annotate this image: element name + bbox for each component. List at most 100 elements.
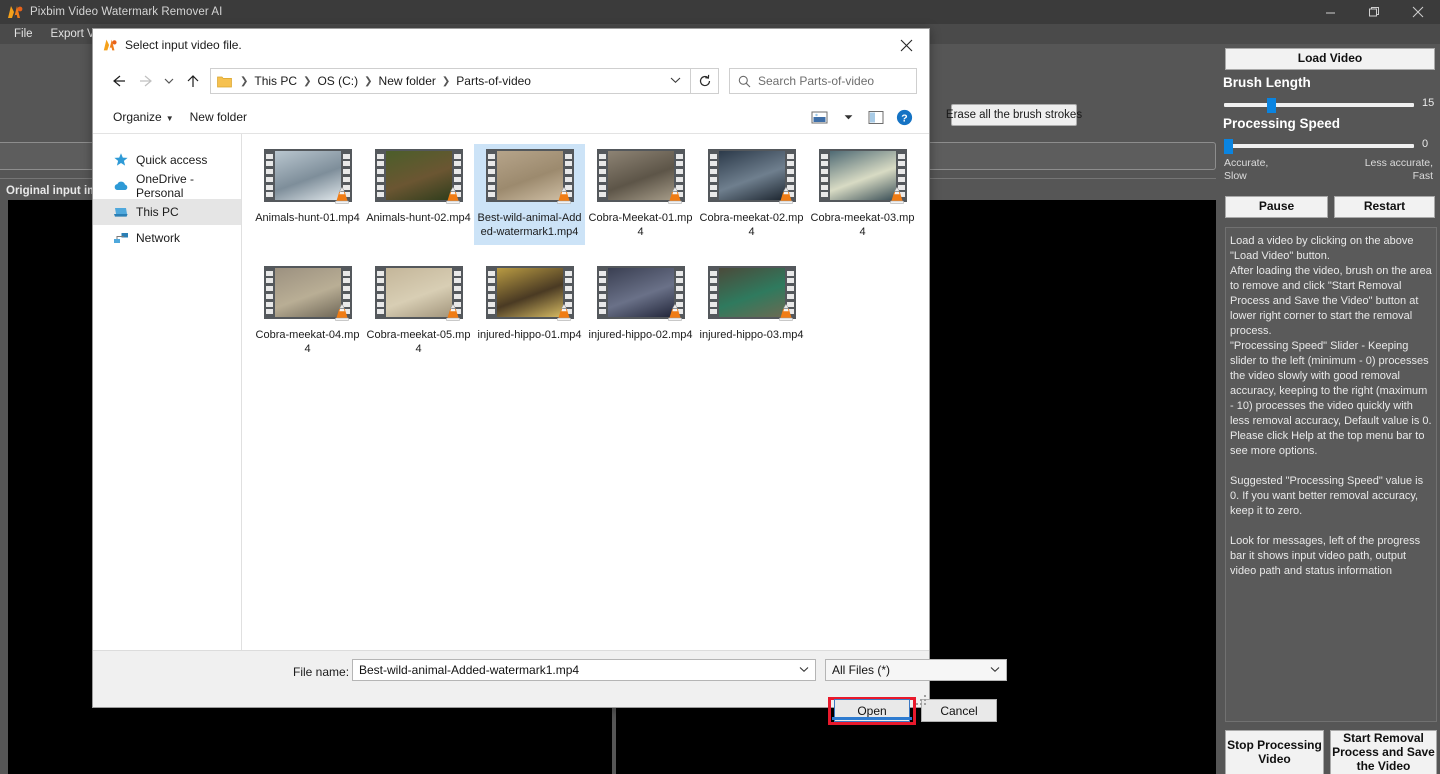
dialog-title-text: Select input video file.: [125, 38, 242, 52]
processing-speed-value: 0: [1422, 138, 1429, 150]
file-item[interactable]: Cobra-meekat-02.mp4: [696, 144, 807, 245]
film-perforations-left: [375, 149, 386, 202]
sidebar-item-network[interactable]: Network: [93, 225, 241, 251]
file-item[interactable]: Cobra-meekat-03.mp4: [807, 144, 918, 245]
close-icon[interactable]: [883, 29, 929, 61]
file-open-dialog: Select input video file. ❯ This PC ❯ OS …: [92, 28, 1007, 725]
file-thumbnail: [707, 266, 798, 324]
vlc-media-player-icon: [441, 300, 465, 324]
address-bar[interactable]: ❯ This PC ❯ OS (C:) ❯ New folder ❯ Parts…: [210, 68, 691, 94]
breadcrumb-sep: ❯: [240, 75, 249, 87]
arrow-left-icon[interactable]: [105, 67, 132, 95]
vlc-media-player-icon: [663, 183, 687, 207]
breadcrumb-sep: ❯: [303, 75, 312, 87]
caret-down-icon[interactable]: [835, 105, 861, 129]
vlc-media-player-icon: [330, 183, 354, 207]
brush-length-thumb[interactable]: [1267, 98, 1277, 113]
pause-button[interactable]: Pause: [1225, 196, 1328, 218]
chevron-down-icon[interactable]: [159, 67, 179, 95]
organize-label: Organize: [113, 110, 162, 124]
dialog-content: Quick access OneDrive - Personal This PC Ne…: [93, 134, 929, 652]
restart-button[interactable]: Restart: [1334, 196, 1435, 218]
file-item[interactable]: Cobra-meekat-04.mp4: [252, 261, 363, 362]
file-item[interactable]: injured-hippo-03.mp4: [696, 261, 807, 362]
sidebar-item-this-pc[interactable]: This PC: [93, 199, 241, 225]
organize-button[interactable]: Organize ▼: [105, 107, 182, 127]
dialog-navigation-bar: ❯ This PC ❯ OS (C:) ❯ New folder ❯ Parts…: [93, 61, 929, 101]
processing-speed-label: Processing Speed: [1223, 116, 1341, 131]
film-perforations-left: [264, 149, 275, 202]
vlc-media-player-icon: [774, 300, 798, 324]
breadcrumb-item-1[interactable]: OS (C:): [315, 74, 360, 88]
film-perforations-left: [819, 149, 830, 202]
vlc-media-player-icon: [774, 183, 798, 207]
breadcrumb-item-0[interactable]: This PC: [252, 74, 299, 88]
brush-length-value: 15: [1422, 97, 1435, 109]
file-item[interactable]: Best-wild-animal-Added-watermark1.mp4: [474, 144, 585, 245]
chevron-down-icon[interactable]: [661, 76, 690, 86]
brush-length-slider[interactable]: 15: [1224, 97, 1436, 113]
maximize-icon[interactable]: [1352, 0, 1396, 24]
file-name-label: injured-hippo-02.mp4: [588, 329, 693, 341]
sidebar-item-onedrive-personal[interactable]: OneDrive - Personal: [93, 172, 241, 200]
file-item[interactable]: Cobra-meekat-05.mp4: [363, 261, 474, 362]
network-icon: [113, 230, 129, 246]
vlc-media-player-icon: [441, 183, 465, 207]
brush-length-label: Brush Length: [1223, 75, 1311, 90]
file-name-label: Animals-hunt-02.mp4: [366, 212, 471, 224]
sidebar-item-quick-access[interactable]: Quick access: [93, 147, 241, 173]
refresh-icon[interactable]: [691, 68, 719, 94]
file-item[interactable]: injured-hippo-01.mp4: [474, 261, 585, 362]
file-item[interactable]: Animals-hunt-02.mp4: [363, 144, 474, 245]
start-removal-button[interactable]: Start Removal Process and Save the Video: [1330, 730, 1437, 774]
help-instructions-text: Load a video by clicking on the above "L…: [1230, 235, 1432, 577]
help-instructions-box: Load a video by clicking on the above "L…: [1225, 227, 1437, 722]
new-folder-button[interactable]: New folder: [182, 107, 255, 127]
load-video-button[interactable]: Load Video: [1225, 48, 1435, 70]
processing-speed-slider[interactable]: 0: [1224, 138, 1436, 154]
vlc-media-player-icon: [663, 300, 687, 324]
breadcrumb-sep: ❯: [441, 75, 451, 87]
film-perforations-left: [597, 266, 608, 319]
file-name-label: injured-hippo-03.mp4: [699, 329, 804, 341]
menu-file[interactable]: File: [6, 26, 41, 42]
chevron-down-icon[interactable]: [799, 665, 809, 675]
pixbim-logo-icon: [6, 4, 24, 20]
caret-down-icon: ▼: [165, 114, 174, 123]
view-layout-icon[interactable]: [807, 105, 833, 129]
file-thumbnail: [818, 149, 909, 207]
close-icon[interactable]: [1396, 0, 1440, 24]
file-browser-area[interactable]: Animals-hunt-01.mp4 Animals-hunt-02.mp4 Be…: [242, 134, 929, 652]
app-title-bar: Pixbim Video Watermark Remover AI: [0, 0, 1440, 24]
search-input[interactable]: Search Parts-of-video: [729, 68, 917, 94]
minimize-icon[interactable]: [1308, 0, 1352, 24]
file-item[interactable]: Cobra-Meekat-01.mp4: [585, 144, 696, 245]
this-pc-icon: [113, 204, 129, 220]
breadcrumb-item-3[interactable]: Parts-of-video: [454, 74, 533, 88]
vlc-media-player-icon: [885, 183, 909, 207]
sidebar-item-label: Network: [136, 231, 181, 245]
file-type-select[interactable]: All Files (*): [825, 659, 1007, 681]
brush-length-track: [1224, 103, 1414, 107]
file-thumbnail: [485, 266, 574, 322]
sidebar-item-label: Quick access: [136, 153, 208, 167]
file-name-input[interactable]: Best-wild-animal-Added-watermark1.mp4: [352, 659, 816, 681]
file-item[interactable]: Animals-hunt-01.mp4: [252, 144, 363, 245]
breadcrumb-item-2[interactable]: New folder: [377, 74, 438, 88]
erase-brush-strokes-button[interactable]: Erase all the brush strokes: [946, 104, 1082, 126]
file-name-label: File name:: [293, 665, 350, 679]
arrow-up-icon[interactable]: [179, 67, 206, 95]
stop-processing-button[interactable]: Stop Processing Video: [1225, 730, 1324, 774]
cloud-icon: [113, 178, 129, 194]
file-item[interactable]: injured-hippo-02.mp4: [585, 261, 696, 362]
file-thumbnail: [707, 149, 798, 207]
preview-pane-icon[interactable]: [863, 105, 889, 129]
chevron-down-icon[interactable]: [990, 665, 1000, 675]
help-circle-icon[interactable]: ?: [891, 105, 917, 129]
resize-grip[interactable]: [916, 695, 926, 705]
pixbim-logo-icon: [102, 37, 118, 53]
cancel-button[interactable]: Cancel: [921, 699, 997, 722]
file-thumbnail: [596, 149, 687, 207]
original-input-label: Original input ima: [6, 185, 104, 197]
processing-speed-thumb[interactable]: [1224, 139, 1233, 154]
